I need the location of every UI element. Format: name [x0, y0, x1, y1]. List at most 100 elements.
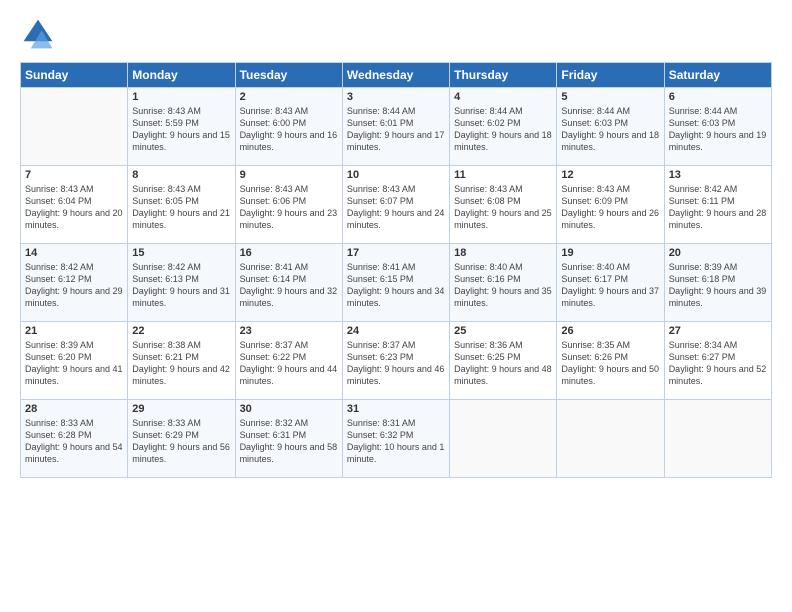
day-number: 12: [561, 169, 659, 181]
cell-sunrise: Sunrise: 8:31 AM: [347, 418, 416, 428]
cell-sunrise: Sunrise: 8:40 AM: [454, 262, 523, 272]
cell-sunrise: Sunrise: 8:43 AM: [132, 184, 201, 194]
cell-daylight: Daylight: 9 hours and 23 minutes.: [240, 208, 338, 230]
cell-sunrise: Sunrise: 8:38 AM: [132, 340, 201, 350]
day-number: 16: [240, 247, 338, 259]
cell-sunset: Sunset: 6:31 PM: [240, 430, 307, 440]
cell-sunset: Sunset: 6:28 PM: [25, 430, 92, 440]
cell-sunrise: Sunrise: 8:40 AM: [561, 262, 630, 272]
day-number: 22: [132, 325, 230, 337]
cell-sunrise: Sunrise: 8:44 AM: [561, 106, 630, 116]
logo: [20, 16, 62, 52]
cell-sunrise: Sunrise: 8:42 AM: [25, 262, 94, 272]
header: [20, 16, 772, 52]
cell-sunset: Sunset: 6:13 PM: [132, 274, 199, 284]
cell-sunrise: Sunrise: 8:41 AM: [240, 262, 309, 272]
calendar-cell: 12 Sunrise: 8:43 AM Sunset: 6:09 PM Dayl…: [557, 166, 664, 244]
cell-sunset: Sunset: 6:18 PM: [669, 274, 736, 284]
cell-sunset: Sunset: 6:14 PM: [240, 274, 307, 284]
calendar-cell: 24 Sunrise: 8:37 AM Sunset: 6:23 PM Dayl…: [342, 322, 449, 400]
day-number: 17: [347, 247, 445, 259]
cell-daylight: Daylight: 9 hours and 32 minutes.: [240, 286, 338, 308]
calendar-cell: 10 Sunrise: 8:43 AM Sunset: 6:07 PM Dayl…: [342, 166, 449, 244]
cell-sunset: Sunset: 6:32 PM: [347, 430, 414, 440]
calendar-cell: 29 Sunrise: 8:33 AM Sunset: 6:29 PM Dayl…: [128, 400, 235, 478]
day-number: 29: [132, 403, 230, 415]
day-number: 25: [454, 325, 552, 337]
calendar-cell: 8 Sunrise: 8:43 AM Sunset: 6:05 PM Dayli…: [128, 166, 235, 244]
day-number: 20: [669, 247, 767, 259]
col-wednesday: Wednesday: [342, 63, 449, 88]
day-number: 13: [669, 169, 767, 181]
cell-daylight: Daylight: 9 hours and 50 minutes.: [561, 364, 659, 386]
cell-sunrise: Sunrise: 8:39 AM: [669, 262, 738, 272]
cell-sunset: Sunset: 6:16 PM: [454, 274, 521, 284]
cell-sunrise: Sunrise: 8:42 AM: [669, 184, 738, 194]
calendar-cell: 14 Sunrise: 8:42 AM Sunset: 6:12 PM Dayl…: [21, 244, 128, 322]
cell-daylight: Daylight: 9 hours and 21 minutes.: [132, 208, 230, 230]
cell-daylight: Daylight: 9 hours and 15 minutes.: [132, 130, 230, 152]
cell-sunrise: Sunrise: 8:37 AM: [240, 340, 309, 350]
cell-daylight: Daylight: 9 hours and 41 minutes.: [25, 364, 123, 386]
cell-sunset: Sunset: 6:04 PM: [25, 196, 92, 206]
cell-sunset: Sunset: 6:17 PM: [561, 274, 628, 284]
cell-sunrise: Sunrise: 8:33 AM: [132, 418, 201, 428]
cell-sunrise: Sunrise: 8:37 AM: [347, 340, 416, 350]
calendar-body: 1 Sunrise: 8:43 AM Sunset: 5:59 PM Dayli…: [21, 88, 772, 478]
cell-daylight: Daylight: 9 hours and 37 minutes.: [561, 286, 659, 308]
day-number: 24: [347, 325, 445, 337]
cell-sunset: Sunset: 6:15 PM: [347, 274, 414, 284]
calendar-cell: 4 Sunrise: 8:44 AM Sunset: 6:02 PM Dayli…: [450, 88, 557, 166]
calendar-cell: 19 Sunrise: 8:40 AM Sunset: 6:17 PM Dayl…: [557, 244, 664, 322]
day-number: 6: [669, 91, 767, 103]
cell-sunrise: Sunrise: 8:43 AM: [347, 184, 416, 194]
cell-sunrise: Sunrise: 8:43 AM: [240, 106, 309, 116]
day-number: 31: [347, 403, 445, 415]
cell-sunset: Sunset: 6:03 PM: [669, 118, 736, 128]
calendar-cell: 5 Sunrise: 8:44 AM Sunset: 6:03 PM Dayli…: [557, 88, 664, 166]
calendar-cell: 23 Sunrise: 8:37 AM Sunset: 6:22 PM Dayl…: [235, 322, 342, 400]
calendar-cell: 11 Sunrise: 8:43 AM Sunset: 6:08 PM Dayl…: [450, 166, 557, 244]
calendar-cell: 27 Sunrise: 8:34 AM Sunset: 6:27 PM Dayl…: [664, 322, 771, 400]
cell-sunset: Sunset: 6:25 PM: [454, 352, 521, 362]
calendar-cell: 26 Sunrise: 8:35 AM Sunset: 6:26 PM Dayl…: [557, 322, 664, 400]
cell-daylight: Daylight: 9 hours and 26 minutes.: [561, 208, 659, 230]
cell-daylight: Daylight: 9 hours and 39 minutes.: [669, 286, 767, 308]
day-number: 9: [240, 169, 338, 181]
cell-sunset: Sunset: 6:12 PM: [25, 274, 92, 284]
cell-daylight: Daylight: 9 hours and 31 minutes.: [132, 286, 230, 308]
calendar-cell: [557, 400, 664, 478]
cell-sunset: Sunset: 6:00 PM: [240, 118, 307, 128]
day-number: 3: [347, 91, 445, 103]
col-thursday: Thursday: [450, 63, 557, 88]
cell-daylight: Daylight: 9 hours and 58 minutes.: [240, 442, 338, 464]
calendar-cell: 15 Sunrise: 8:42 AM Sunset: 6:13 PM Dayl…: [128, 244, 235, 322]
cell-daylight: Daylight: 9 hours and 16 minutes.: [240, 130, 338, 152]
cell-sunrise: Sunrise: 8:42 AM: [132, 262, 201, 272]
cell-daylight: Daylight: 9 hours and 42 minutes.: [132, 364, 230, 386]
cell-daylight: Daylight: 9 hours and 46 minutes.: [347, 364, 445, 386]
col-saturday: Saturday: [664, 63, 771, 88]
day-number: 21: [25, 325, 123, 337]
calendar-cell: 18 Sunrise: 8:40 AM Sunset: 6:16 PM Dayl…: [450, 244, 557, 322]
cell-sunset: Sunset: 6:22 PM: [240, 352, 307, 362]
cell-sunrise: Sunrise: 8:44 AM: [669, 106, 738, 116]
cell-sunrise: Sunrise: 8:43 AM: [132, 106, 201, 116]
cell-daylight: Daylight: 9 hours and 18 minutes.: [454, 130, 552, 152]
calendar-week-0: 1 Sunrise: 8:43 AM Sunset: 5:59 PM Dayli…: [21, 88, 772, 166]
day-number: 10: [347, 169, 445, 181]
day-number: 30: [240, 403, 338, 415]
cell-daylight: Daylight: 9 hours and 29 minutes.: [25, 286, 123, 308]
calendar-cell: 13 Sunrise: 8:42 AM Sunset: 6:11 PM Dayl…: [664, 166, 771, 244]
calendar-cell: 28 Sunrise: 8:33 AM Sunset: 6:28 PM Dayl…: [21, 400, 128, 478]
calendar-cell: 25 Sunrise: 8:36 AM Sunset: 6:25 PM Dayl…: [450, 322, 557, 400]
col-sunday: Sunday: [21, 63, 128, 88]
cell-sunset: Sunset: 6:08 PM: [454, 196, 521, 206]
cell-sunset: Sunset: 6:23 PM: [347, 352, 414, 362]
day-number: 19: [561, 247, 659, 259]
cell-sunrise: Sunrise: 8:43 AM: [25, 184, 94, 194]
cell-daylight: Daylight: 9 hours and 24 minutes.: [347, 208, 445, 230]
cell-daylight: Daylight: 9 hours and 54 minutes.: [25, 442, 123, 464]
calendar-cell: [450, 400, 557, 478]
day-number: 8: [132, 169, 230, 181]
